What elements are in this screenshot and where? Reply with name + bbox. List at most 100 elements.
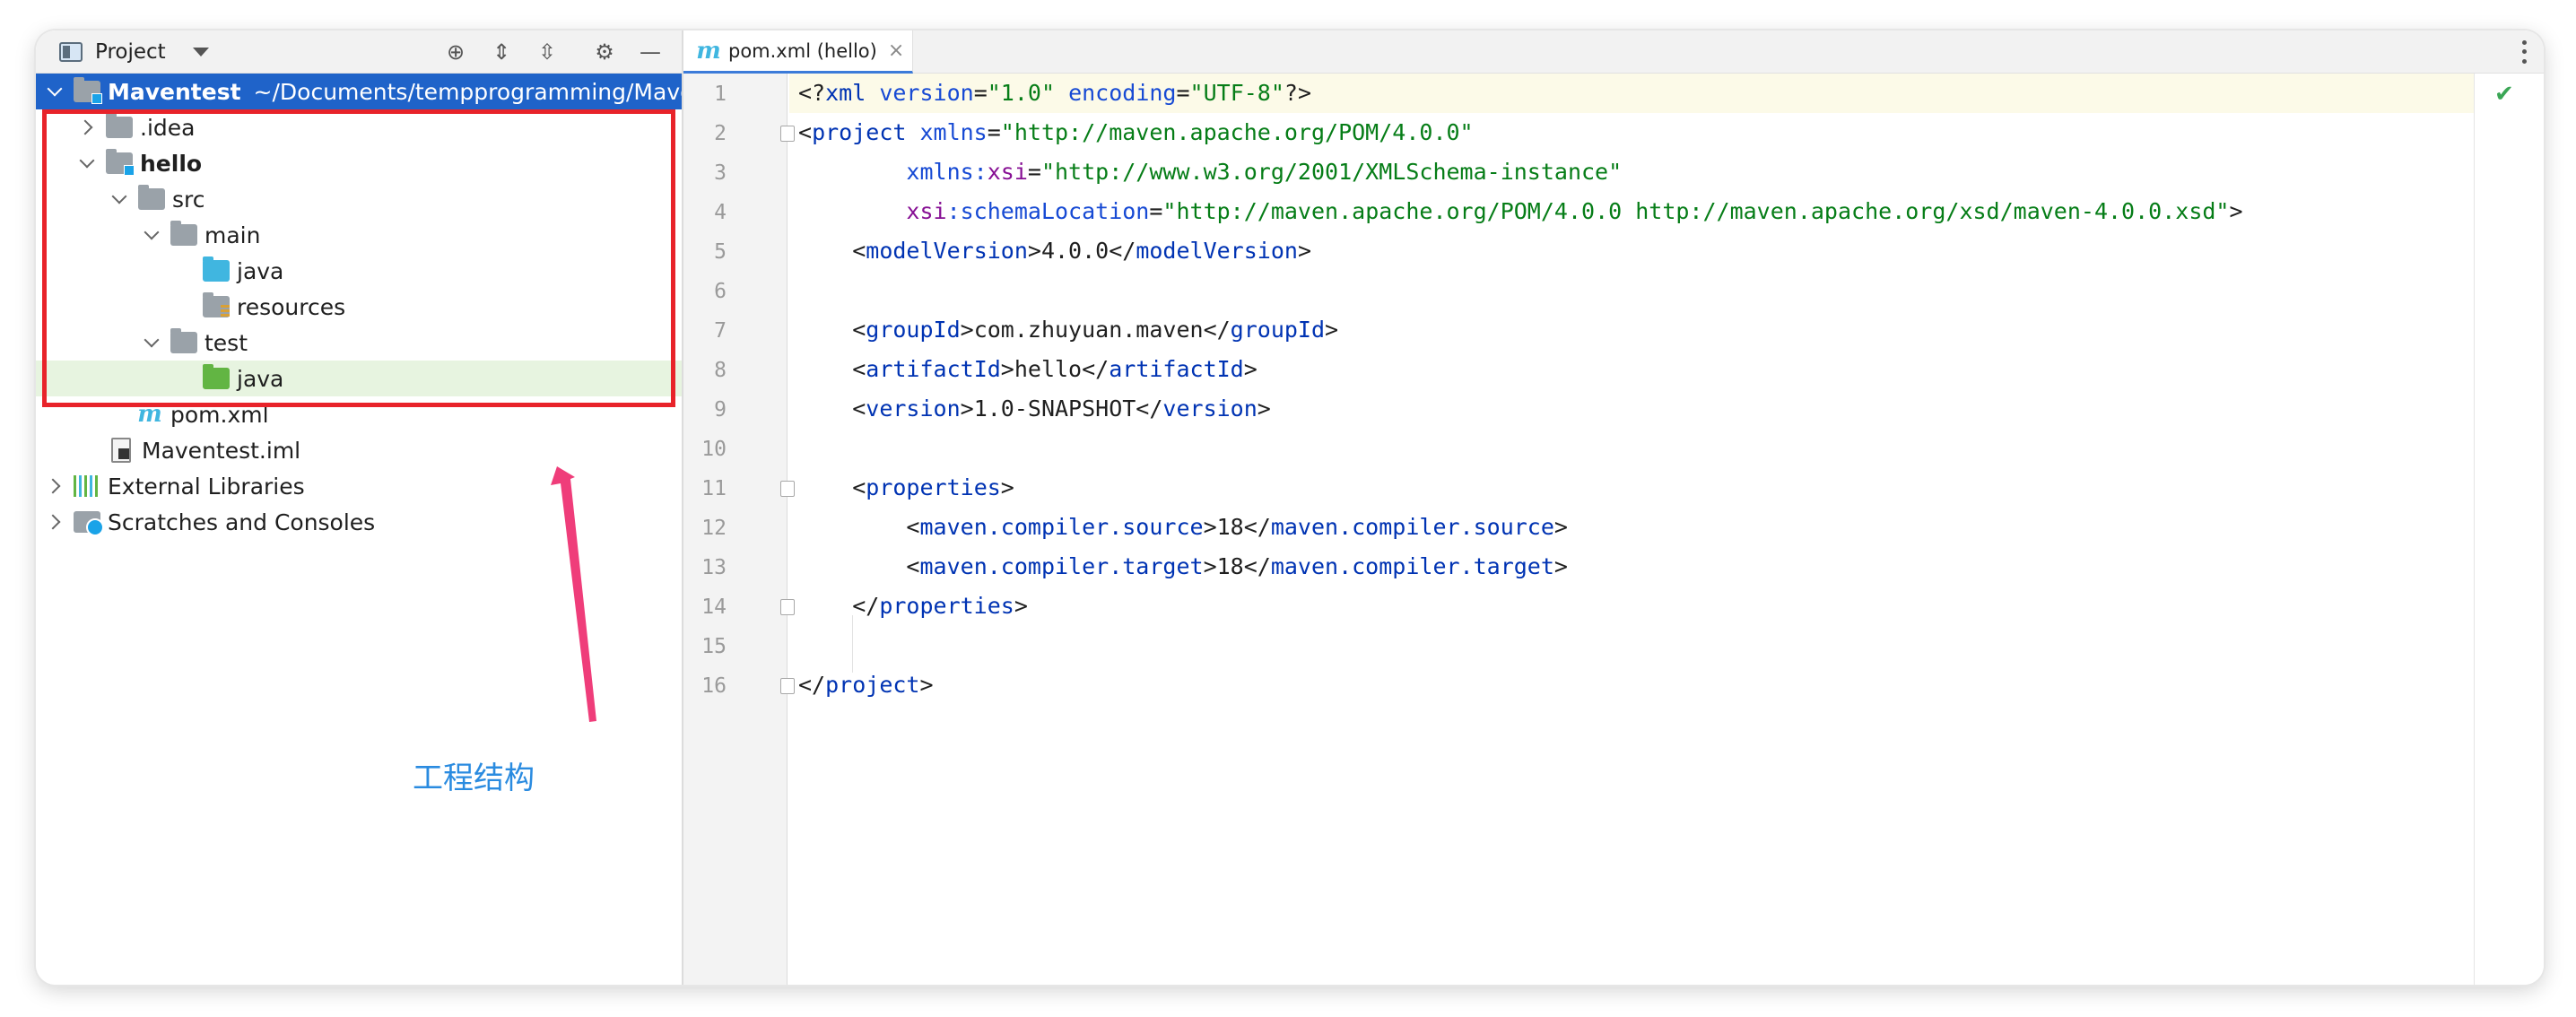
code-line[interactable]: xmlns:xsi="http://www.w3.org/2001/XMLSch… — [798, 154, 1622, 190]
code-token: < — [852, 396, 866, 422]
code-line[interactable]: <groupId>com.zhuyuan.maven</groupId> — [798, 312, 1338, 348]
line-number: 3 — [714, 161, 727, 185]
code-line[interactable]: <properties> — [798, 470, 1014, 506]
code-line[interactable]: <version>1.0-SNAPSHOT</version> — [798, 391, 1271, 427]
line-number-gutter: 1 2 3 4 5 6 7 8 9 10 11 12 13 14 15 16 — [683, 74, 795, 985]
annotation-label: 工程结构 — [413, 761, 535, 796]
line-number: 6 — [714, 280, 727, 303]
code-token: > — [2229, 198, 2243, 224]
code-token: >com.zhuyuan.maven</ — [960, 317, 1231, 343]
code-token: > — [1553, 553, 1568, 579]
code-token: "1.0" — [987, 80, 1056, 106]
line-number: 12 — [701, 517, 727, 540]
editor-tabbar: m pom.xml (hello) × — [683, 30, 2544, 74]
more-options-icon[interactable] — [2519, 38, 2529, 66]
code-token: maven.compiler.target — [1270, 553, 1554, 579]
code-token: xmlns: — [906, 159, 988, 185]
code-token: > — [1553, 514, 1568, 540]
code-token: > — [1325, 317, 1339, 343]
code-line[interactable]: <project xmlns="http://maven.apache.org/… — [798, 115, 1474, 151]
code-token: > — [1257, 396, 1271, 422]
code-token: </ — [852, 593, 880, 619]
code-token: :schemaLocation — [946, 198, 1150, 224]
line-number: 16 — [701, 674, 727, 698]
line-number: 2 — [714, 122, 727, 145]
code-token: encoding — [1055, 80, 1177, 106]
code-token: = — [1149, 198, 1163, 224]
code-line[interactable]: </properties> — [798, 588, 1028, 624]
code-token: < — [906, 514, 920, 540]
code-token: = — [987, 119, 1001, 145]
code-token: groupId — [1230, 317, 1326, 343]
code-token: < — [852, 356, 866, 382]
code-token: artifactId — [866, 356, 1001, 382]
inspection-gutter: ✔ — [2474, 74, 2544, 985]
code-token: <? — [798, 80, 826, 106]
check-icon[interactable]: ✔ — [2494, 81, 2514, 108]
maven-icon: m — [696, 37, 721, 65]
code-token: modelVersion — [866, 238, 1028, 264]
code-line[interactable]: <artifactId>hello</artifactId> — [798, 352, 1258, 387]
code-token: >1.0-SNAPSHOT</ — [960, 396, 1163, 422]
code-token: xml — [825, 80, 866, 106]
annotation-arrow-icon — [551, 466, 596, 722]
code-token: maven.compiler.target — [919, 553, 1204, 579]
code-token: groupId — [866, 317, 961, 343]
tab-pom-xml[interactable]: m pom.xml (hello) × — [683, 30, 913, 74]
code-token: > — [1014, 593, 1028, 619]
code-token: < — [852, 317, 866, 343]
code-token: properties — [879, 593, 1014, 619]
code-token: > — [1243, 356, 1258, 382]
code-token: "http://maven.apache.org/POM/4.0.0 http:… — [1162, 198, 2230, 224]
code-token: version — [866, 396, 961, 422]
code-token: > — [1000, 474, 1014, 500]
project-panel: Project ⊕ ⇕ ⇳ ⚙ — Maventest ~/Documents/… — [36, 30, 751, 985]
ide-window: Project ⊕ ⇕ ⇳ ⚙ — Maventest ~/Documents/… — [36, 30, 2544, 985]
code-token: version — [1162, 396, 1258, 422]
line-number: 7 — [714, 319, 727, 343]
code-token: "UTF-8" — [1189, 80, 1284, 106]
code-line[interactable]: xsi:schemaLocation="http://maven.apache.… — [798, 194, 2243, 230]
code-token: >18</ — [1203, 514, 1271, 540]
code-token: project — [825, 672, 920, 698]
code-line[interactable]: <maven.compiler.source>18</maven.compile… — [798, 509, 1568, 545]
code-token: xmlns — [906, 119, 988, 145]
tab-label: pom.xml (hello) — [728, 39, 877, 62]
code-token: version — [866, 80, 974, 106]
code-token: maven.compiler.source — [1270, 514, 1554, 540]
code-token: project — [812, 119, 907, 145]
code-token: > — [919, 672, 934, 698]
code-token: = — [1027, 159, 1041, 185]
line-number: 5 — [714, 240, 727, 264]
code-token: ?> — [1284, 80, 1312, 106]
line-number: 14 — [701, 595, 727, 619]
code-editor[interactable]: <?xml version="1.0" encoding="UTF-8"?> <p… — [789, 74, 2544, 985]
line-number: 8 — [714, 359, 727, 382]
code-token: maven.compiler.source — [919, 514, 1204, 540]
code-token: >hello</ — [1000, 356, 1110, 382]
line-number: 15 — [701, 635, 727, 658]
code-token: < — [852, 474, 866, 500]
line-number: 13 — [701, 556, 727, 579]
code-line[interactable]: <maven.compiler.target>18</maven.compile… — [798, 549, 1568, 585]
code-token: < — [852, 238, 866, 264]
code-line[interactable]: <modelVersion>4.0.0</modelVersion> — [798, 233, 1311, 269]
code-token: > — [1297, 238, 1312, 264]
code-token: >18</ — [1203, 553, 1271, 579]
code-line[interactable]: </project> — [798, 667, 934, 703]
code-line[interactable]: <?xml version="1.0" encoding="UTF-8"?> — [798, 75, 1311, 111]
code-token: xsi — [987, 159, 1028, 185]
close-icon[interactable]: × — [888, 39, 904, 62]
code-token: "http://maven.apache.org/POM/4.0.0" — [1000, 119, 1474, 145]
line-number: 1 — [714, 83, 727, 106]
line-number: 10 — [701, 438, 727, 461]
